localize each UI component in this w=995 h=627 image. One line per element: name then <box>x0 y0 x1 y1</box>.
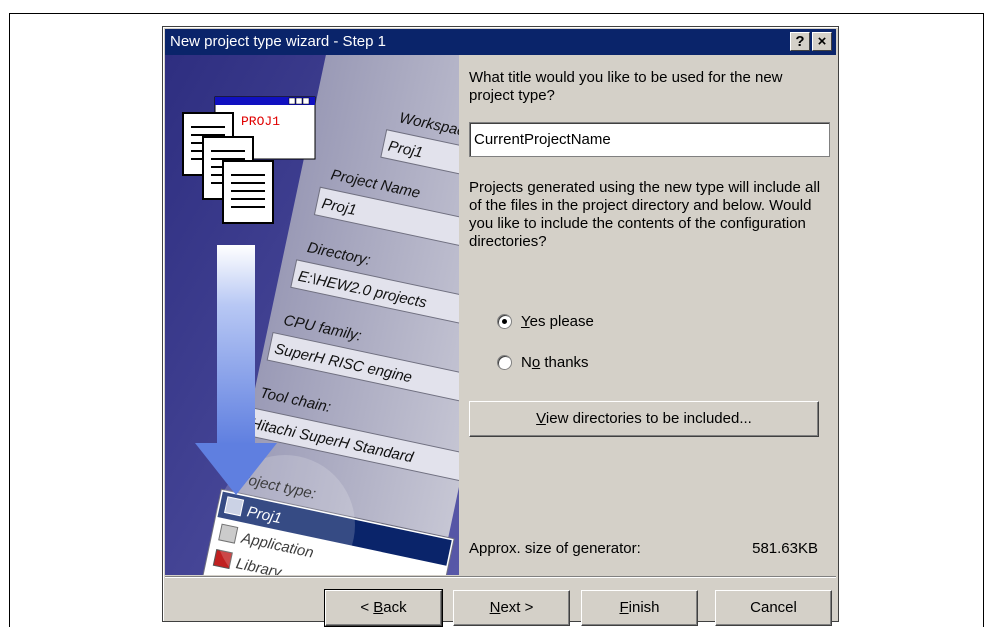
wizard-dialog: New project type wizard - Step 1 ? × Wor… <box>162 26 839 626</box>
close-icon: × <box>817 33 827 50</box>
help-button[interactable]: ? <box>790 32 810 51</box>
back-button[interactable]: < Back <box>325 590 442 626</box>
cancel-button[interactable]: Cancel <box>715 590 832 626</box>
next-button[interactable]: Next > <box>453 590 570 626</box>
radio-yes-label: Yes please <box>521 313 594 330</box>
window-title: New project type wizard - Step 1 <box>170 33 386 50</box>
finish-button[interactable]: Finish <box>581 590 698 626</box>
radio-yes-please[interactable]: Yes please <box>497 313 594 330</box>
illustration-graphic: Workspace Project Name Directory: CPU fa… <box>165 55 459 575</box>
wizard-content: What title would you like to be used for… <box>459 55 836 575</box>
doc-label: PROJ1 <box>241 114 280 129</box>
size-value: 581.63KB <box>752 540 818 557</box>
footer-divider <box>165 576 836 578</box>
help-icon: ? <box>795 33 805 50</box>
project-title-input[interactable] <box>469 122 830 157</box>
radio-no-thanks[interactable]: No thanks <box>497 354 589 371</box>
title-question: What title would you like to be used for… <box>469 69 783 104</box>
wizard-illustration: Workspace Project Name Directory: CPU fa… <box>165 55 459 575</box>
radio-no-label: No thanks <box>521 354 589 371</box>
include-question: Projects generated using the new type wi… <box>469 179 821 250</box>
close-button[interactable]: × <box>812 32 832 51</box>
title-bar: New project type wizard - Step 1 ? × <box>165 29 836 55</box>
size-label: Approx. size of generator: <box>469 540 641 557</box>
view-directories-button[interactable]: View directories to be included... <box>469 401 819 437</box>
radio-checked-icon[interactable] <box>497 314 512 329</box>
radio-unchecked-icon[interactable] <box>497 355 512 370</box>
